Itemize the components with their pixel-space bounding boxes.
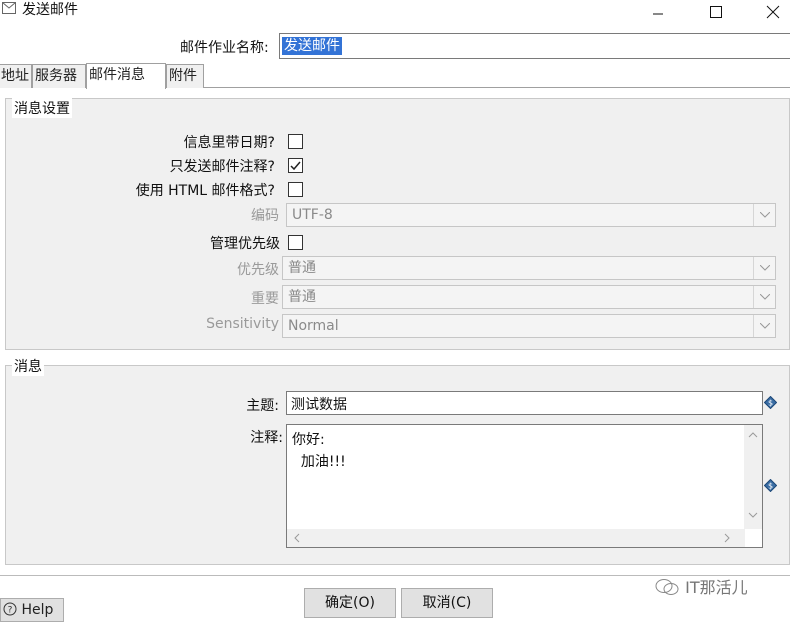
minimize-icon — [653, 13, 663, 15]
encoding-select[interactable]: UTF-8 — [286, 203, 776, 227]
close-icon — [766, 5, 780, 19]
only-comment-checkbox[interactable] — [288, 158, 303, 173]
message-settings-legend: 消息设置 — [12, 98, 72, 118]
sensitivity-select[interactable]: Normal — [282, 314, 776, 338]
importance-value: 普通 — [288, 289, 316, 305]
horizontal-scrollbar[interactable] — [287, 529, 745, 547]
svg-text:$: $ — [768, 399, 773, 408]
priority-label: 优先级 — [237, 262, 279, 278]
date-in-message-label: 信息里带日期? — [183, 135, 275, 151]
comment-value: 你好: 加油!!! — [292, 432, 346, 470]
chevron-down-icon — [753, 257, 775, 279]
html-format-label: 使用 HTML 邮件格式? — [135, 183, 275, 199]
encoding-value: UTF-8 — [292, 207, 333, 223]
sensitivity-value: Normal — [288, 318, 339, 334]
comment-textarea[interactable]: 你好: 加油!!! — [286, 424, 763, 548]
chevron-down-icon — [753, 204, 775, 226]
encoding-label: 编码 — [251, 208, 279, 224]
window-title: 发送邮件 — [22, 2, 78, 18]
cancel-button[interactable]: 取消(C) — [401, 588, 493, 618]
help-button[interactable]: ? Help — [0, 598, 64, 622]
priority-value: 普通 — [288, 260, 316, 276]
message-legend: 消息 — [12, 356, 44, 376]
only-comment-label: 只发送邮件注释? — [169, 159, 275, 175]
comment-label: 注释: — [250, 430, 283, 446]
watermark-text: IT那活儿 — [685, 578, 748, 597]
ok-button[interactable]: 确定(O) — [304, 588, 396, 618]
job-name-value: 发送邮件 — [282, 37, 342, 55]
vertical-scrollbar[interactable] — [744, 425, 762, 529]
scroll-arrows-icon — [294, 533, 730, 543]
wechat-icon — [655, 579, 679, 595]
priority-select[interactable]: 普通 — [282, 256, 776, 280]
variable-icon[interactable]: $ — [764, 396, 777, 409]
help-icon: ? — [3, 602, 17, 616]
checkmark-icon — [290, 161, 301, 171]
job-name-input[interactable]: 发送邮件 — [279, 33, 790, 59]
maximize-icon — [710, 6, 722, 18]
tab-attachment[interactable]: 附件 — [166, 64, 204, 88]
chevron-down-icon — [753, 315, 775, 337]
svg-text:?: ? — [8, 606, 13, 616]
date-in-message-checkbox[interactable] — [288, 134, 303, 149]
minimize-button[interactable] — [635, 0, 681, 24]
tab-address[interactable]: 地址 — [0, 64, 32, 88]
job-name-label: 邮件作业名称: — [180, 40, 269, 56]
manage-priority-label: 管理优先级 — [210, 236, 280, 252]
importance-select[interactable]: 普通 — [282, 285, 776, 309]
importance-label: 重要 — [251, 291, 279, 307]
sensitivity-label: Sensitivity — [206, 316, 279, 332]
close-button[interactable] — [750, 0, 790, 24]
subject-input[interactable]: 测试数据 — [286, 391, 763, 415]
html-format-checkbox[interactable] — [288, 182, 303, 197]
subject-label: 主题: — [246, 398, 279, 414]
svg-text:$: $ — [768, 482, 773, 491]
watermark: IT那活儿 — [654, 574, 748, 598]
tab-mail-message[interactable]: 邮件消息 — [86, 63, 166, 89]
help-label: Help — [21, 602, 54, 618]
manage-priority-checkbox[interactable] — [288, 235, 303, 250]
scroll-arrows-icon — [748, 432, 758, 518]
tab-server[interactable]: 服务器 — [32, 64, 86, 88]
mail-icon — [2, 2, 16, 14]
variable-icon[interactable]: $ — [764, 479, 777, 492]
maximize-button[interactable] — [693, 0, 739, 24]
chevron-down-icon — [753, 286, 775, 308]
